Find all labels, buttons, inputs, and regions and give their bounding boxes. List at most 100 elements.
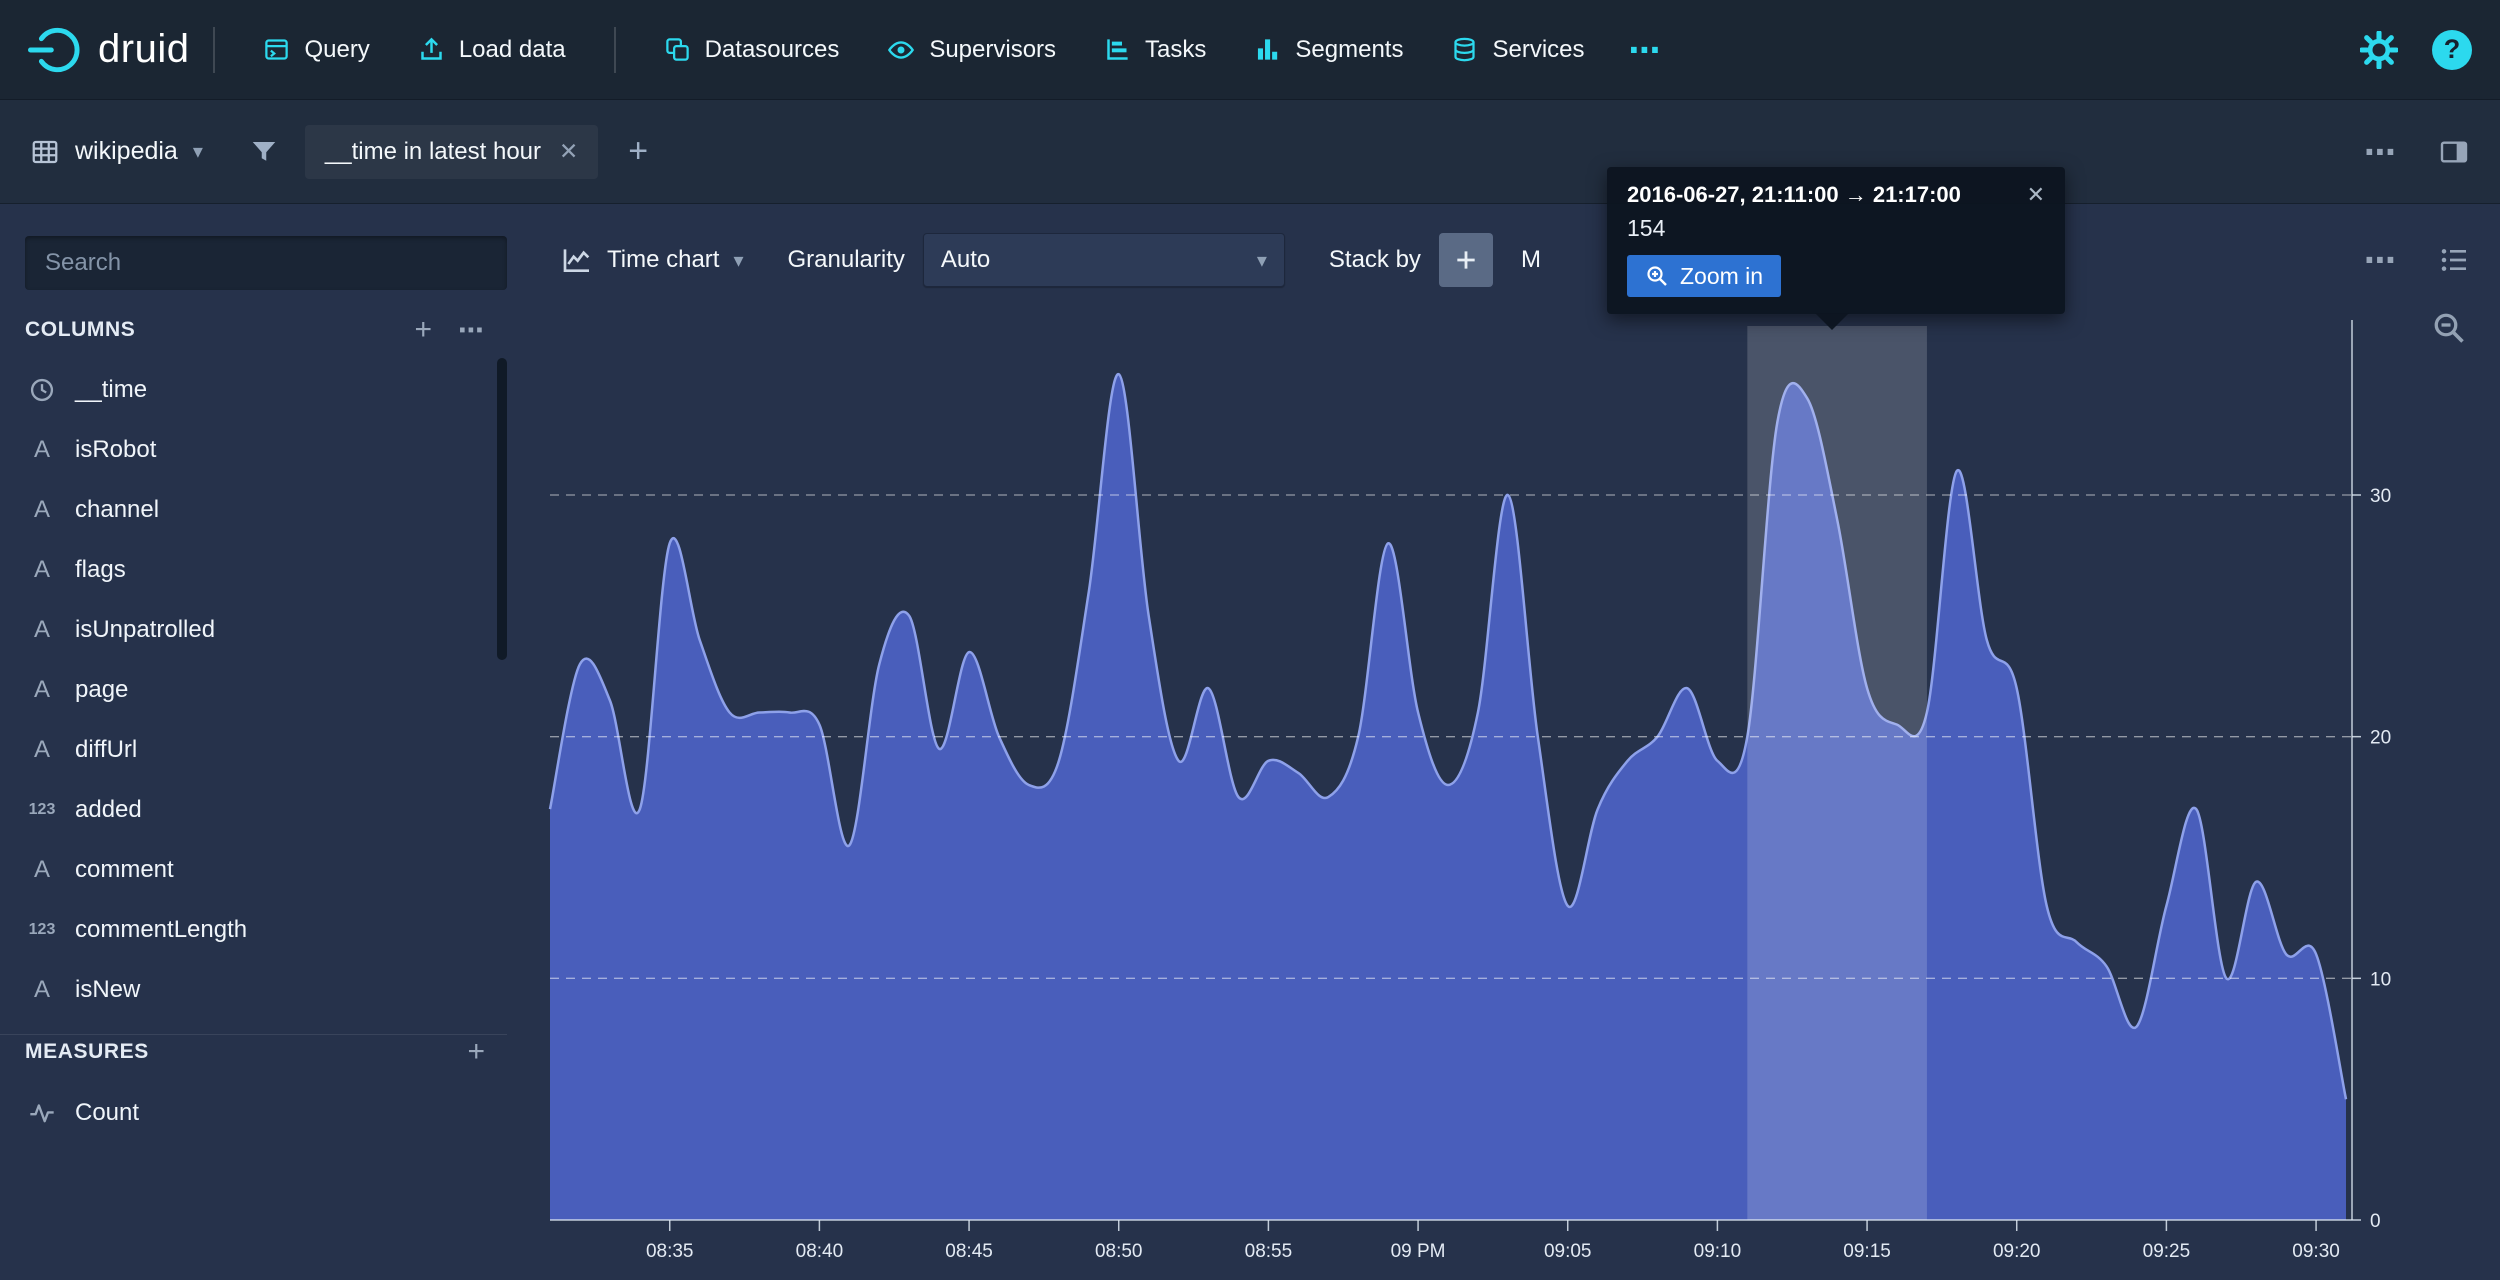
filter-chip[interactable]: __time in latest hour ✕ <box>305 125 598 179</box>
nav-item-services[interactable]: Services <box>1427 0 1608 100</box>
datasources-icon <box>664 36 691 63</box>
x-tick-label: 09 PM <box>1391 1241 1446 1262</box>
nav-label: Query <box>304 36 369 64</box>
line-chart-icon <box>561 244 593 276</box>
help-button[interactable]: ? <box>2432 30 2472 70</box>
nav-label: Supervisors <box>929 36 1056 64</box>
y-tick-label: 30 <box>2370 486 2391 507</box>
panel-toggle-button[interactable] <box>2438 136 2470 168</box>
x-tick-label: 08:40 <box>796 1241 844 1262</box>
nav-label: Datasources <box>705 36 840 64</box>
granularity-select[interactable]: Auto ▾ <box>923 233 1285 287</box>
nav-item-query[interactable]: Query <box>239 0 393 100</box>
filter-bar-more-button[interactable]: ⋯ <box>2364 136 2398 168</box>
caret-down-icon: ▾ <box>193 139 203 164</box>
column-item-comment[interactable]: A comment <box>0 840 495 900</box>
nav-item-datasources[interactable]: Datasources <box>640 0 864 100</box>
x-tick-label: 08:45 <box>945 1241 993 1262</box>
nav-label: Load data <box>459 36 566 64</box>
chart-options-button[interactable] <box>2438 244 2470 276</box>
sidebar: COLUMNS + ⋯ __time A isRobot A channel <box>0 204 525 1280</box>
tooltip-close-icon[interactable]: ✕ <box>2013 182 2045 208</box>
sidebar-scrollbar[interactable] <box>497 358 507 660</box>
number-type-icon: 123 <box>25 801 59 819</box>
column-item-flags[interactable]: A flags <box>0 540 495 600</box>
column-item-__time[interactable]: __time <box>0 360 495 420</box>
string-type-icon: A <box>25 676 59 704</box>
add-column-button[interactable]: + <box>414 313 432 347</box>
columns-header-label: COLUMNS <box>25 318 135 342</box>
add-filter-button[interactable]: + <box>628 132 648 171</box>
clock-icon <box>25 376 59 404</box>
measures-header-label: MEASURES <box>25 1040 149 1064</box>
x-tick-label: 08:35 <box>646 1241 694 1262</box>
x-tick-label: 08:50 <box>1095 1241 1143 1262</box>
granularity-label: Granularity <box>788 246 905 274</box>
x-tick-label: 09:20 <box>1993 1241 2041 1262</box>
filter-chip-label: __time in latest hour <box>325 138 541 166</box>
druid-logo[interactable]: druid <box>28 23 189 77</box>
columns-header: COLUMNS + ⋯ <box>0 308 507 352</box>
list-icon <box>2438 244 2470 276</box>
y-tick-label: 20 <box>2370 728 2391 749</box>
time-chart[interactable]: 08:35 08:40 08:45 08:50 08:55 09 PM 09:05 09:10… <box>525 204 2500 1280</box>
druid-logo-icon <box>28 23 82 77</box>
chart-more-button[interactable]: ⋯ <box>2364 244 2398 276</box>
datasource-selector[interactable]: wikipedia ▾ <box>30 137 203 167</box>
selection-band[interactable] <box>1747 326 1927 1220</box>
column-item-diffUrl[interactable]: A diffUrl <box>0 720 495 780</box>
zoom-in-button[interactable]: Zoom in <box>1627 255 1781 297</box>
column-item-isRobot[interactable]: A isRobot <box>0 420 495 480</box>
string-type-icon: A <box>25 556 59 584</box>
measures-list: Count <box>0 1083 495 1143</box>
search-input[interactable] <box>25 236 507 290</box>
measure-item-count[interactable]: Count <box>0 1083 495 1143</box>
nav-item-tasks[interactable]: Tasks <box>1080 0 1230 100</box>
brand-name: druid <box>98 27 189 72</box>
top-navbar: druid Query Load data Da <box>0 0 2500 100</box>
zoom-in-label: Zoom in <box>1680 263 1763 290</box>
granularity-value: Auto <box>941 246 990 274</box>
column-item-page[interactable]: A page <box>0 660 495 720</box>
divider <box>614 27 616 73</box>
nav-label: Segments <box>1295 36 1403 64</box>
stack-by-label: Stack by <box>1329 246 1421 274</box>
stack-by-add-button[interactable] <box>1439 233 1493 287</box>
column-item-added[interactable]: 123 added <box>0 780 495 840</box>
column-item-commentLength[interactable]: 123 commentLength <box>0 900 495 960</box>
nav-item-load-data[interactable]: Load data <box>394 0 590 100</box>
settings-button[interactable] <box>2360 31 2398 69</box>
chart-toolbar: Time chart ▾ Granularity Auto ▾ Stack by… <box>561 232 2470 288</box>
add-measure-button[interactable]: + <box>467 1035 485 1069</box>
query-icon <box>263 36 290 63</box>
column-item-channel[interactable]: A channel <box>0 480 495 540</box>
nav-item-supervisors[interactable]: Supervisors <box>863 0 1080 100</box>
remove-filter-icon[interactable]: ✕ <box>559 138 578 165</box>
chart-type-select[interactable]: Time chart ▾ <box>561 244 744 276</box>
tooltip-pointer <box>1815 313 1849 330</box>
panel-icon <box>2438 136 2470 168</box>
nav-item-segments[interactable]: Segments <box>1230 0 1427 100</box>
x-tick-label: 09:10 <box>1694 1241 1742 1262</box>
selection-tooltip: 2016-06-27, 21:11:00 → 21:17:00 ✕ 154 Zo… <box>1607 167 2065 314</box>
x-tick-label: 09:05 <box>1544 1241 1592 1262</box>
column-item-isNew[interactable]: A isNew <box>0 960 495 1020</box>
string-type-icon: A <box>25 616 59 644</box>
nav-label: Services <box>1492 36 1584 64</box>
column-item-isUnpatrolled[interactable]: A isUnpatrolled <box>0 600 495 660</box>
nav-more-button[interactable]: ⋯ <box>1609 31 1683 69</box>
datasource-name: wikipedia <box>75 137 178 166</box>
druid-console: druid Query Load data Da <box>0 0 2500 1280</box>
measure-label-clipped: M <box>1521 246 1541 274</box>
area-series <box>550 374 2346 1220</box>
filter-icon <box>249 137 279 167</box>
segments-icon <box>1254 36 1281 63</box>
chart-type-label: Time chart <box>607 246 719 274</box>
filter-bar: wikipedia ▾ __time in latest hour ✕ + ⋯ <box>0 100 2500 204</box>
zoom-in-icon <box>1645 264 1669 288</box>
zoom-out-button[interactable] <box>2431 310 2467 346</box>
columns-more-button[interactable]: ⋯ <box>458 315 485 346</box>
x-tick-label: 08:55 <box>1245 1241 1293 1262</box>
tasks-icon <box>1104 36 1131 63</box>
string-type-icon: A <box>25 496 59 524</box>
